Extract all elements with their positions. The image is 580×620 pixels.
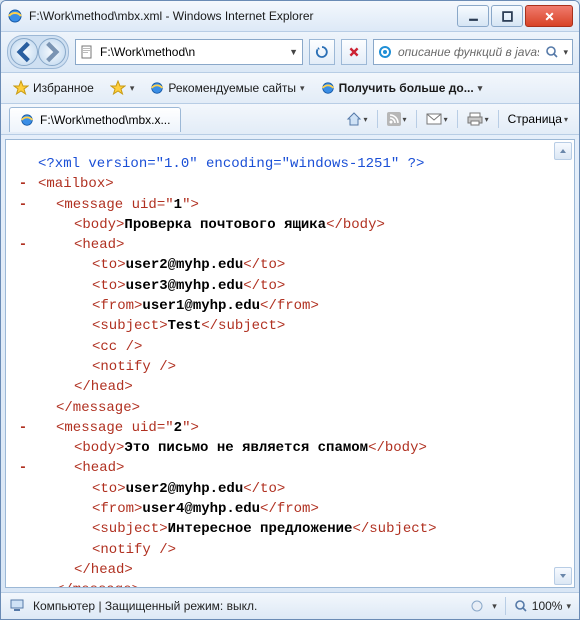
favorites-label: Избранное (33, 81, 94, 95)
separator (505, 597, 506, 615)
command-bar: ▾ ▾ ▾ ▾ Страница▾ (343, 109, 571, 129)
xml-node: <subject>Интересное предложение</subject… (16, 519, 556, 539)
file-icon (80, 45, 94, 59)
chevron-down-icon[interactable]: ▾ (492, 601, 497, 612)
close-button[interactable] (525, 5, 573, 27)
collapse-icon[interactable]: - (16, 174, 30, 194)
xml-node: -<message uid="1"> (16, 195, 556, 215)
window-title: F:\Work\method\mbx.xml - Windows Interne… (29, 9, 455, 23)
separator (416, 110, 417, 128)
xml-node: </message> (16, 398, 556, 418)
page-menu-label: Страница (508, 112, 562, 126)
nav-toolbar: ▼ ▾ (1, 32, 579, 73)
xml-node: -<mailbox> (16, 174, 556, 194)
forward-button[interactable] (38, 38, 66, 66)
chevron-down-icon: ▾ (130, 83, 135, 94)
browser-window: F:\Work\method\mbx.xml - Windows Interne… (0, 0, 580, 620)
xml-node: <to>user2@myhp.edu</to> (16, 479, 556, 499)
favorites-bar: Избранное ▾ Рекомендуемые сайты ▾ Получи… (1, 73, 579, 104)
address-input[interactable] (98, 44, 285, 60)
zoom-icon (514, 599, 528, 613)
home-button[interactable]: ▾ (343, 109, 371, 129)
ie-icon (7, 8, 23, 24)
active-tab[interactable]: F:\Work\method\mbx.x... (9, 107, 181, 132)
xml-node: <notify /> (16, 357, 556, 377)
recommended-label: Рекомендуемые сайты (168, 81, 296, 95)
favorites-button[interactable]: Избранное (9, 78, 98, 98)
star-icon (13, 80, 29, 96)
xml-node: <cc /> (16, 337, 556, 357)
xml-declaration: <?xml version="1.0" encoding="windows-12… (38, 156, 424, 172)
mail-button[interactable]: ▾ (423, 110, 451, 128)
star-add-icon (110, 80, 126, 96)
address-bar[interactable]: ▼ (75, 39, 303, 65)
xml-node: -<head> (16, 235, 556, 255)
search-box[interactable]: ▾ (373, 39, 573, 65)
print-button[interactable]: ▾ (464, 110, 492, 128)
back-button[interactable] (10, 38, 38, 66)
xml-node: <from>user1@myhp.edu</from> (16, 296, 556, 316)
scroll-down-button[interactable] (554, 567, 572, 585)
xml-node: <from>user4@myhp.edu</from> (16, 499, 556, 519)
separator (457, 110, 458, 128)
zoom-control[interactable]: 100% ▾ (514, 599, 571, 613)
getmore-label: Получить больше до... (339, 81, 474, 95)
tab-label: F:\Work\method\mbx.x... (40, 113, 170, 127)
get-more-button[interactable]: Получить больше до... ▾ (317, 79, 487, 97)
xml-node: -<message uid="2"> (16, 418, 556, 438)
xml-node: <to>user3@myhp.edu</to> (16, 276, 556, 296)
status-bar: Компьютер | Защищенный режим: выкл. ▾ 10… (1, 592, 579, 619)
tab-bar: F:\Work\method\mbx.x... ▾ ▾ ▾ ▾ Страница… (1, 104, 579, 135)
xml-node: <to>user2@myhp.edu</to> (16, 255, 556, 275)
chevron-down-icon: ▾ (478, 83, 483, 94)
ie-small-icon (321, 81, 335, 95)
ie-small-icon (150, 81, 164, 95)
recommended-sites-button[interactable]: Рекомендуемые сайты ▾ (146, 79, 308, 97)
chevron-down-icon: ▾ (300, 83, 305, 94)
window-buttons (455, 5, 573, 27)
stop-button[interactable] (341, 39, 367, 65)
titlebar: F:\Work\method\mbx.xml - Windows Interne… (1, 1, 579, 32)
xml-node: </message> (16, 580, 556, 588)
content-area[interactable]: <?xml version="1.0" encoding="windows-12… (5, 139, 575, 588)
collapse-icon[interactable]: - (16, 195, 30, 215)
refresh-button[interactable] (309, 39, 335, 65)
collapse-icon[interactable]: - (16, 418, 30, 438)
separator (377, 110, 378, 128)
search-dropdown-icon[interactable]: ▾ (563, 47, 568, 58)
scroll-up-button[interactable] (554, 142, 572, 160)
xml-node: <body>Это письмо не является спамом</bod… (16, 438, 556, 458)
xml-node: <body>Проверка почтового ящика</body> (16, 215, 556, 235)
xml-node: </head> (16, 377, 556, 397)
status-text: Компьютер | Защищенный режим: выкл. (33, 599, 257, 613)
page-menu[interactable]: Страница▾ (505, 110, 571, 128)
separator (498, 110, 499, 128)
address-dropdown-icon[interactable]: ▼ (289, 47, 298, 57)
add-favorite-button[interactable]: ▾ (106, 78, 139, 98)
minimize-button[interactable] (457, 5, 489, 27)
search-input[interactable] (396, 44, 541, 60)
feeds-button[interactable]: ▾ (384, 110, 410, 128)
collapse-icon[interactable]: - (16, 235, 30, 255)
xml-node: <notify /> (16, 540, 556, 560)
computer-icon (9, 599, 25, 613)
xml-node: -<head> (16, 458, 556, 478)
xml-node: <subject>Test</subject> (16, 316, 556, 336)
xml-node: </head> (16, 560, 556, 580)
maximize-button[interactable] (491, 5, 523, 27)
chevron-down-icon[interactable]: ▾ (566, 601, 571, 612)
bing-icon (378, 45, 392, 59)
nav-buttons-group (7, 35, 69, 69)
zoom-value: 100% (532, 599, 563, 613)
ie-small-icon (20, 113, 34, 127)
collapse-icon[interactable]: - (16, 458, 30, 478)
search-go-icon[interactable] (545, 45, 559, 59)
security-indicator[interactable] (470, 599, 484, 613)
